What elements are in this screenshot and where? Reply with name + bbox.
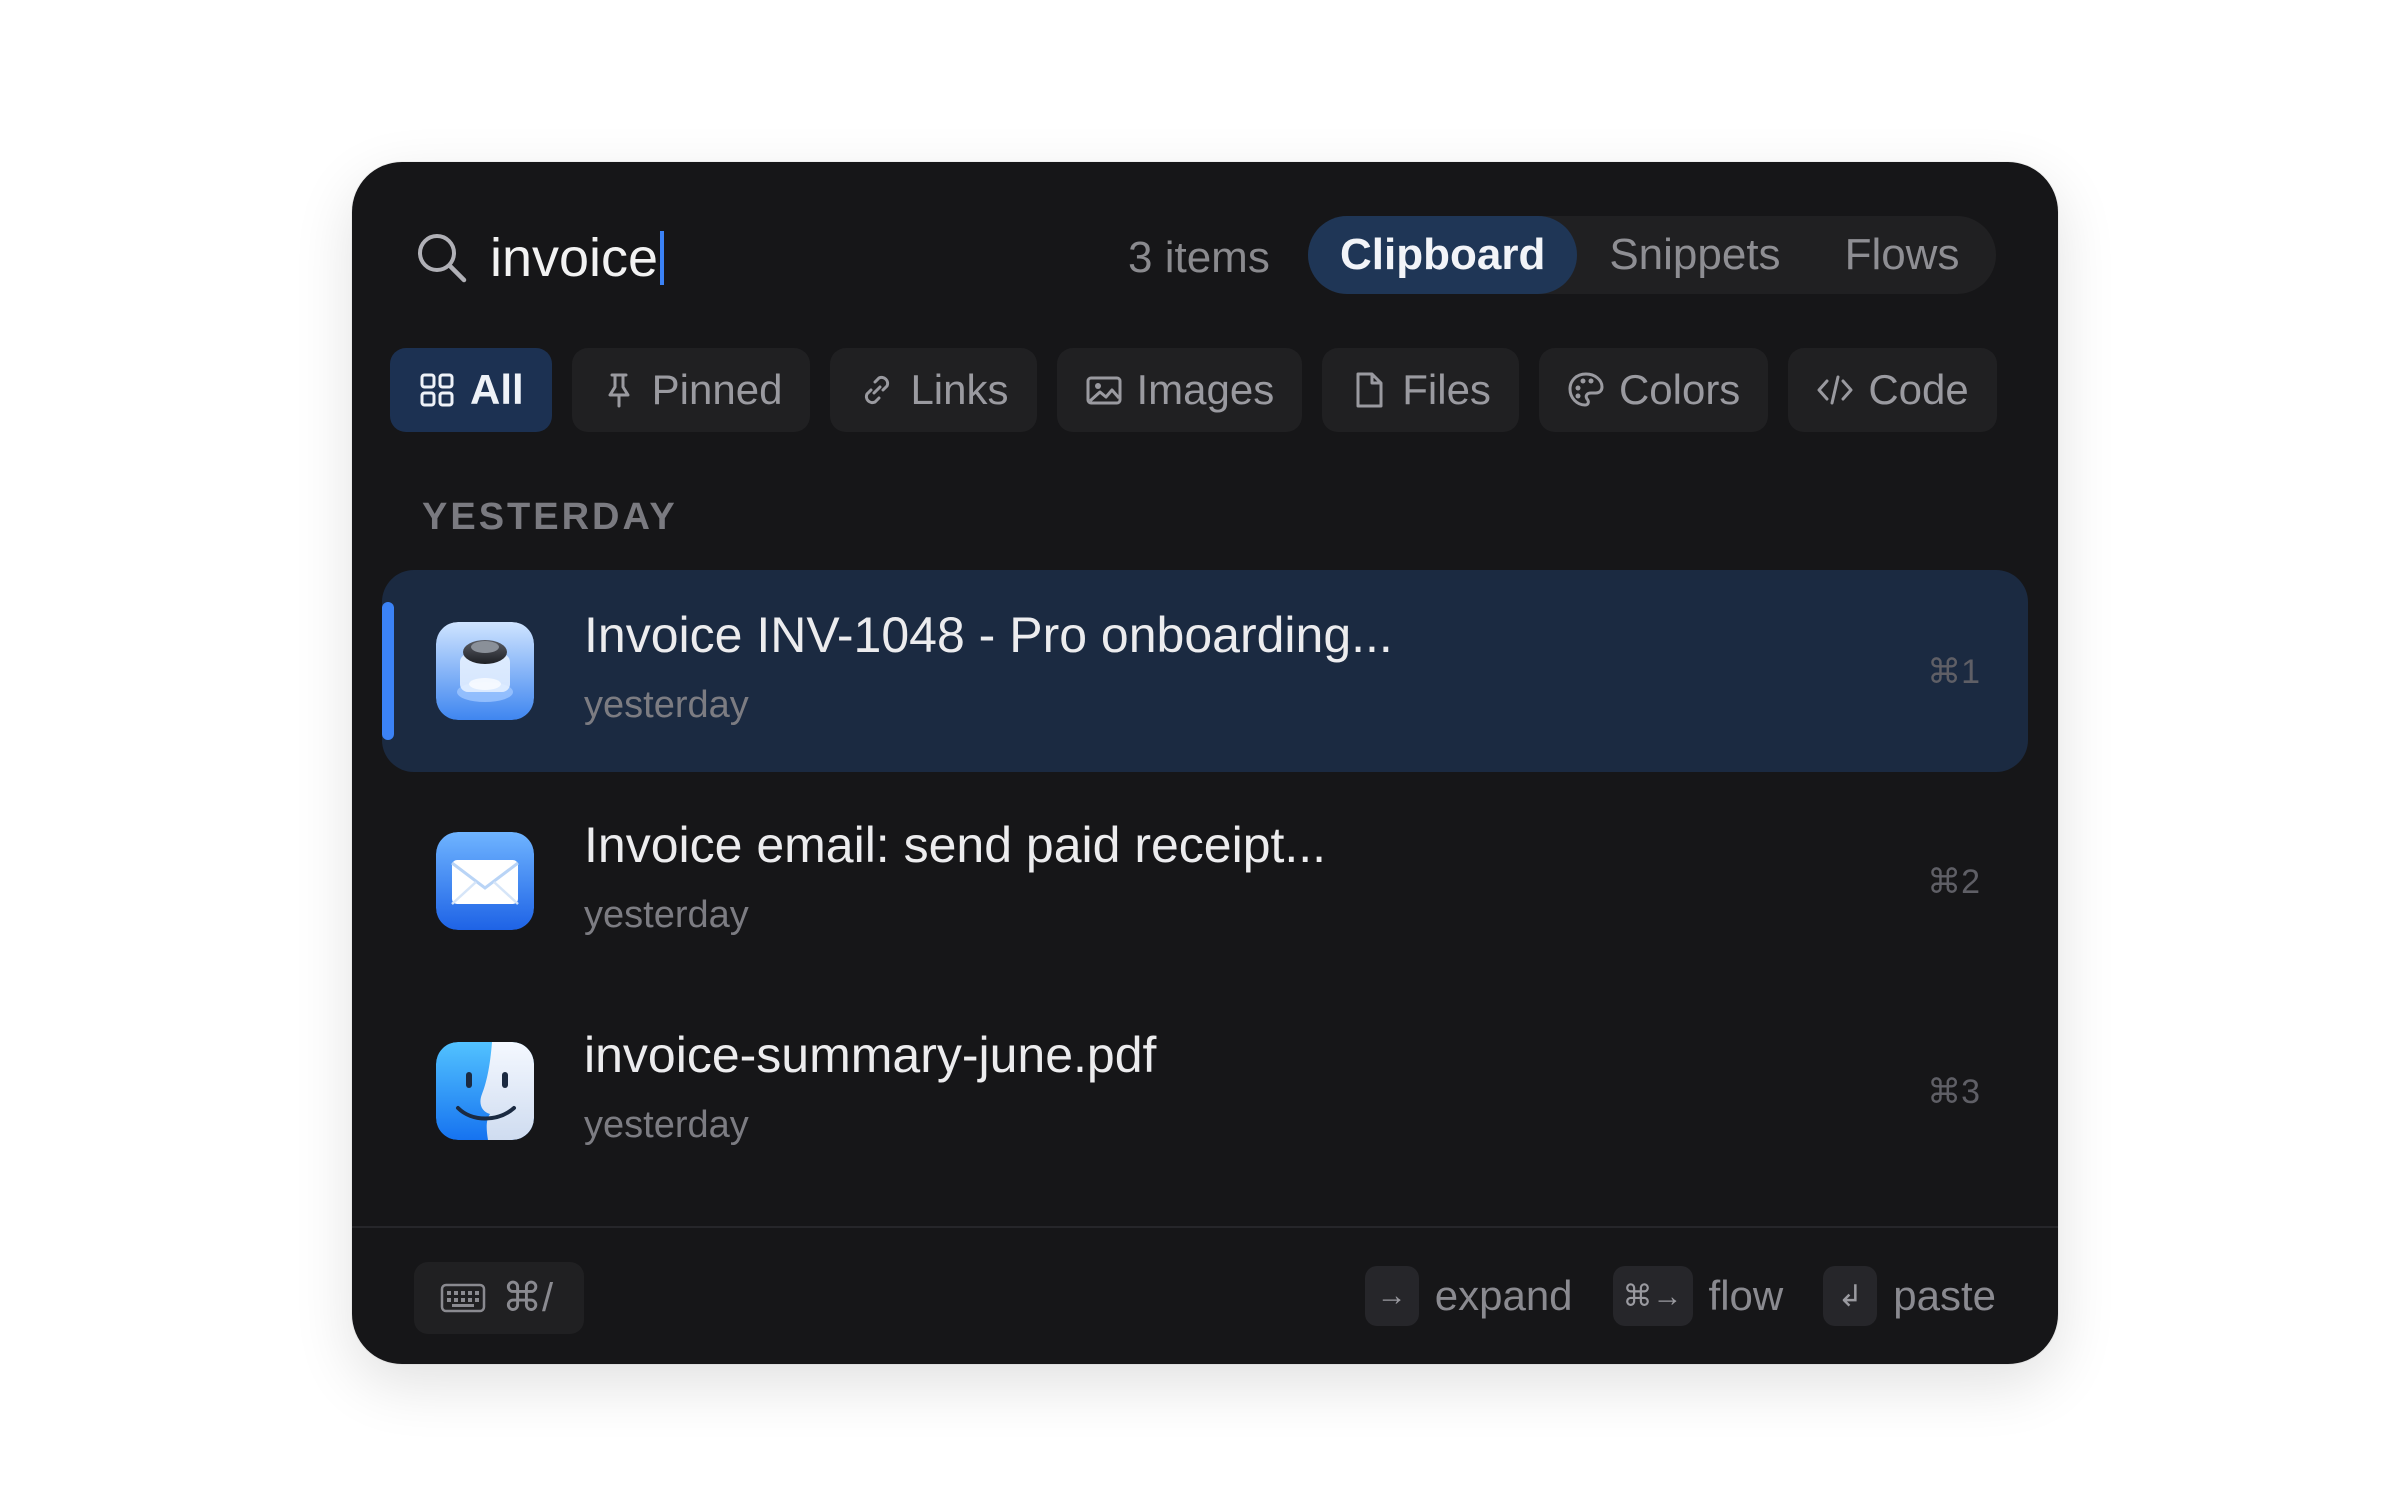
image-icon <box>1086 376 1122 405</box>
filter-images-label: Images <box>1136 366 1275 413</box>
tab-flows[interactable]: Flows <box>1813 216 1992 294</box>
footer-bar: ⌘/ → expand ⌘→ flow ↲ paste <box>352 1226 2058 1364</box>
clipboard-panel: invoice 3 items Clipboard Snippets Flows… <box>352 162 2058 1364</box>
finder-app-icon <box>436 1042 534 1140</box>
keycap: ↲ <box>1823 1266 1878 1326</box>
keyboard-shortcuts-button[interactable]: ⌘/ <box>414 1262 584 1334</box>
hint-label: expand <box>1434 1272 1573 1319</box>
text-caret <box>660 231 665 285</box>
selection-indicator <box>382 602 394 740</box>
keyboard-icon <box>440 1283 486 1313</box>
keycap: → <box>1364 1266 1419 1326</box>
list-item[interactable]: Invoice email: send paid receipt... yest… <box>382 780 2028 982</box>
keycap: ⌘→ <box>1612 1266 1693 1326</box>
filter-all-label: All <box>470 366 524 413</box>
filter-code[interactable]: Code <box>1788 348 1997 432</box>
item-shortcut: ⌘1 <box>1927 653 1980 691</box>
item-shortcut: ⌘2 <box>1927 863 1980 901</box>
tab-clipboard[interactable]: Clipboard <box>1308 216 1578 294</box>
item-subtitle: yesterday <box>584 894 749 936</box>
item-subtitle: yesterday <box>584 684 749 726</box>
hint-paste: ↲ paste <box>1823 1266 1996 1326</box>
item-count: 3 items <box>1128 233 1270 282</box>
item-title: invoice-summary-june.pdf <box>584 1027 1157 1083</box>
filter-all[interactable]: All <box>390 348 552 432</box>
keyboard-shortcut-label: ⌘/ <box>502 1276 554 1320</box>
code-icon <box>1817 375 1853 405</box>
filter-pinned[interactable]: Pinned <box>571 348 811 432</box>
file-icon <box>1356 372 1383 408</box>
filter-files-label: Files <box>1402 366 1491 413</box>
filter-colors-label: Colors <box>1618 366 1741 413</box>
section-label: YESTERDAY <box>422 496 678 538</box>
filter-images[interactable]: Images <box>1056 348 1303 432</box>
item-shortcut: ⌘3 <box>1927 1073 1980 1111</box>
mail-app-icon <box>436 832 534 930</box>
item-title: Invoice email: send paid receipt... <box>584 817 1327 873</box>
tab-snippets[interactable]: Snippets <box>1577 216 1812 294</box>
filter-links-label: Links <box>910 366 1009 413</box>
filter-files[interactable]: Files <box>1322 348 1519 432</box>
link-icon <box>865 375 890 405</box>
hint-label: flow <box>1708 1272 1784 1319</box>
hint-expand: → expand <box>1364 1266 1573 1326</box>
filter-code-label: Code <box>1868 366 1969 413</box>
filter-pinned-label: Pinned <box>651 366 783 413</box>
search-input[interactable]: invoice <box>490 220 665 296</box>
filter-chips: All Pinned Links Images Files Colors Cod… <box>390 348 2020 434</box>
hint-label: paste <box>1893 1272 1996 1319</box>
filter-links[interactable]: Links <box>830 348 1037 432</box>
search-query: invoice <box>490 228 659 288</box>
search-icon <box>418 234 467 283</box>
preview-app-icon <box>436 622 534 720</box>
item-title: Invoice INV-1048 - Pro onboarding... <box>584 607 1393 663</box>
list-item[interactable]: Invoice INV-1048 - Pro onboarding... yes… <box>382 570 2028 772</box>
filter-colors[interactable]: Colors <box>1538 348 1769 432</box>
search-row: invoice 3 items Clipboard Snippets Flows <box>352 162 2058 352</box>
palette-icon <box>1568 372 1604 407</box>
footer-hints: → expand ⌘→ flow ↲ paste <box>1364 1266 1996 1326</box>
pin-icon <box>608 373 630 408</box>
list-item[interactable]: invoice-summary-june.pdf yesterday ⌘3 <box>382 990 2028 1192</box>
item-subtitle: yesterday <box>584 1104 749 1146</box>
hint-flow: ⌘→ flow <box>1612 1266 1784 1326</box>
grid-icon <box>420 373 454 407</box>
mode-tabs: Clipboard Snippets Flows <box>1308 216 1996 294</box>
